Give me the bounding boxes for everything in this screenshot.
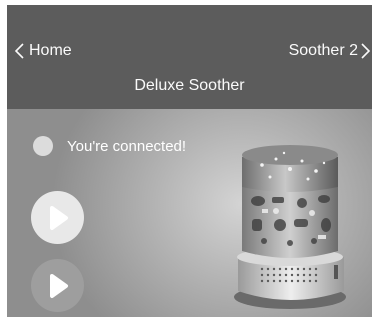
status-indicator <box>33 136 53 156</box>
play-icon <box>49 205 68 230</box>
next-soother-button[interactable]: Soother 2 <box>289 41 372 61</box>
chevron-left-icon <box>14 43 24 59</box>
back-button[interactable]: Home <box>13 41 72 61</box>
chevron-right-icon <box>361 43 371 59</box>
soother-device-image <box>234 145 346 309</box>
status-text: You're connected! <box>67 137 187 155</box>
header-bar: Home Soother 2 Deluxe Soother <box>7 5 372 109</box>
play-button-1[interactable] <box>31 191 84 244</box>
app-screen: Home Soother 2 Deluxe Soother You're con… <box>7 5 372 317</box>
page-title: Deluxe Soother <box>134 77 245 94</box>
play-icon <box>49 273 68 298</box>
play-button-2[interactable] <box>31 259 84 312</box>
connection-status: You're connected! <box>33 136 186 156</box>
next-label: Soother 2 <box>288 42 358 59</box>
back-label: Home <box>29 42 72 59</box>
device-panel: You're connected! <box>7 109 372 317</box>
